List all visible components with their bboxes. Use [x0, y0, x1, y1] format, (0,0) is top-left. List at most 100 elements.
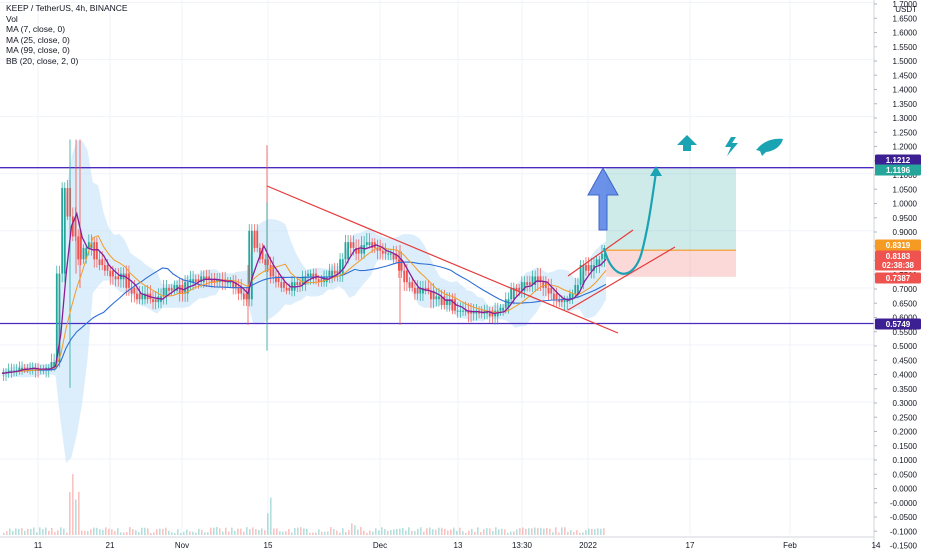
chart-svg[interactable]: USDT1.70001.65001.60001.55001.50001.4500…: [0, 0, 932, 551]
chart-area[interactable]: USDT 1.7000 1.6500 1.6000 1.5500 1.5000 1.4500…: [0, 0, 932, 551]
price-tick-label: 0.9000: [893, 228, 918, 237]
candle-body: [526, 282, 529, 285]
volume-bar: [369, 530, 371, 535]
legend-ma99[interactable]: MA (99, close, 0): [6, 45, 128, 56]
volume-bar: [549, 528, 551, 535]
candle-body: [555, 293, 558, 300]
volume-bar: [489, 528, 491, 535]
volume-bar: [9, 528, 11, 535]
price-tick-label: 1.7000: [893, 0, 918, 9]
volume-bar: [483, 529, 485, 535]
volume-bar: [531, 528, 533, 535]
candle-body: [381, 250, 384, 254]
price-tick-label: 1.6500: [893, 14, 918, 23]
volume-bar: [54, 532, 56, 535]
volume-bar: [60, 527, 62, 535]
volume-bar: [330, 527, 332, 535]
time-tick-label: 2022: [579, 541, 597, 550]
volume-bar: [462, 531, 464, 535]
volume-bar: [414, 530, 416, 535]
position-tool[interactable]: [606, 168, 736, 277]
volume-bar: [108, 528, 110, 535]
volume-bar: [81, 530, 83, 535]
candle-body: [397, 259, 400, 271]
volume-bar: [474, 531, 476, 535]
volume-bar: [186, 529, 188, 535]
volume-bar: [540, 527, 542, 535]
volume-bar: [597, 528, 599, 535]
volume-bar: [258, 530, 260, 535]
legend-ma25[interactable]: MA (25, close, 0): [6, 35, 128, 46]
volume-bar: [339, 532, 341, 535]
price-tick-label: 0.9500: [893, 214, 918, 223]
candle-body: [77, 236, 80, 260]
volume-bar: [255, 529, 257, 535]
descending-trendline: [266, 185, 619, 334]
candle-body: [309, 273, 312, 277]
price-tick-label: 0.2500: [893, 413, 918, 422]
volume-bar: [165, 527, 167, 535]
volume-bar: [36, 532, 38, 535]
volume-bar: [459, 527, 461, 535]
volume-bar: [24, 530, 26, 535]
price-tick-label: 1.0000: [893, 200, 918, 209]
candle-body: [109, 270, 112, 277]
candle-body: [229, 282, 232, 284]
volume-bar: [15, 528, 17, 535]
candle-body: [242, 293, 245, 300]
price-badge-label: 0.5749: [886, 320, 911, 329]
volume-bar: [234, 530, 236, 535]
candle-body: [184, 282, 186, 294]
legend-bb[interactable]: BB (20, close, 2, 0): [6, 56, 128, 67]
volume-bar: [147, 528, 149, 535]
volume-bar: [297, 527, 299, 535]
price-tick-label: 1.2500: [893, 128, 918, 137]
candle-body: [253, 230, 256, 248]
candle-body: [128, 273, 130, 288]
volume-bar: [399, 528, 401, 535]
candle-body: [379, 247, 382, 251]
volume-bar: [240, 528, 242, 535]
volume-bar: [450, 529, 452, 535]
volume-bar: [309, 532, 311, 535]
candle-body: [504, 299, 507, 308]
volume-bar: [573, 532, 575, 535]
volume-bar: [213, 527, 215, 535]
candle-body: [168, 287, 170, 291]
candle-body: [114, 276, 117, 280]
volume-bar: [417, 528, 419, 535]
legend-symbol[interactable]: KEEP / TetherUS, 4h, BINANCE: [6, 3, 128, 14]
price-tick-label: 1.3500: [893, 100, 918, 109]
volume-bar: [294, 528, 296, 535]
candle-body: [240, 287, 243, 294]
candle-body: [574, 284, 577, 294]
price-tick-label: 0.0500: [893, 470, 918, 479]
candle-body: [61, 187, 64, 274]
volume-bar: [6, 531, 8, 535]
candle-body: [154, 299, 157, 303]
volume-bar: [318, 529, 320, 535]
legend-ma7[interactable]: MA (7, close, 0): [6, 24, 128, 35]
candle-body: [256, 230, 259, 248]
price-tick-label: 0.1500: [893, 442, 918, 451]
candle-body: [250, 230, 253, 300]
volume-bar: [150, 532, 152, 535]
volume-bar: [249, 529, 251, 535]
volume-bar: [27, 528, 29, 535]
volume-bar: [585, 530, 587, 535]
volume-bar: [381, 527, 383, 535]
candle-body: [416, 287, 419, 294]
candle-body: [264, 259, 267, 266]
candle-body: [152, 299, 154, 303]
volume-bar: [567, 531, 569, 535]
time-tick-label: 17: [686, 541, 695, 550]
legend-vol[interactable]: Vol: [6, 14, 128, 25]
volume-bar: [171, 532, 173, 535]
volume-bar: [468, 530, 470, 535]
volume-bar: [354, 525, 356, 535]
candle-body: [384, 250, 387, 254]
volume-bar: [273, 528, 275, 535]
volume-bar: [204, 532, 206, 535]
candle-body: [280, 282, 283, 288]
volume-bar: [501, 528, 503, 535]
